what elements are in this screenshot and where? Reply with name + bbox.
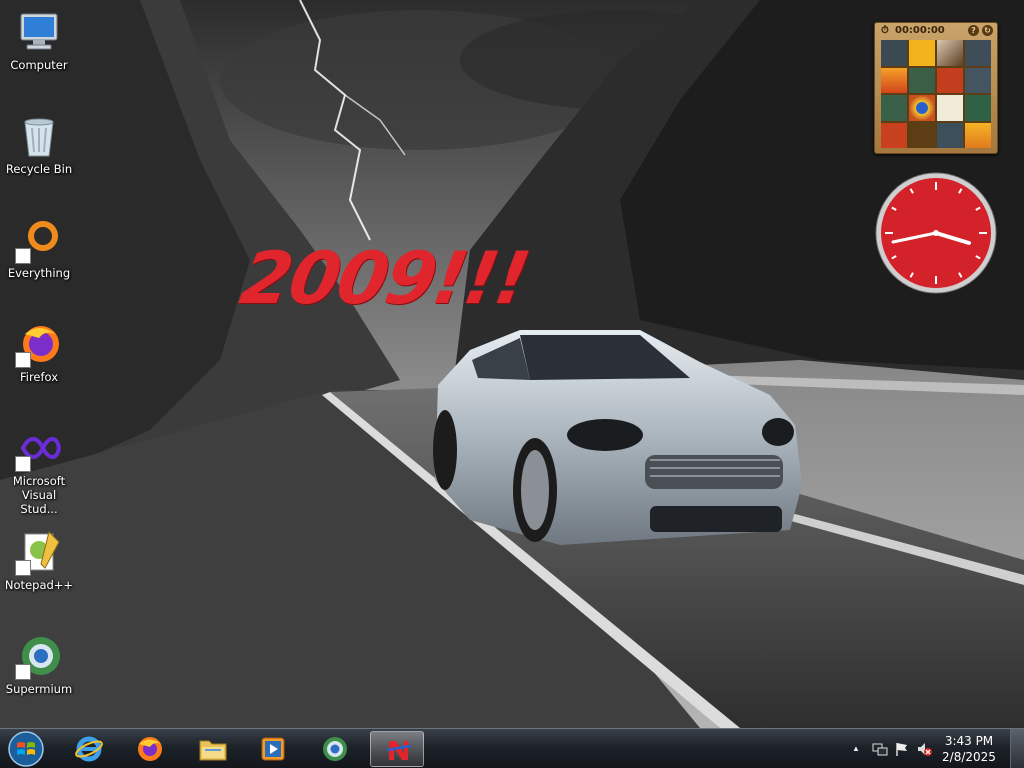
taskbar: ▲ 3:43 PM 2/8/2025	[0, 728, 1024, 768]
shortcut-arrow-icon	[15, 560, 31, 576]
puzzle-empty-slot[interactable]	[909, 122, 935, 148]
windows-logo-icon	[8, 731, 44, 767]
puzzle-tile[interactable]	[965, 95, 991, 121]
taskbar-firefox[interactable]	[123, 731, 177, 767]
taskbar-file-explorer[interactable]	[185, 731, 239, 767]
desktop-icon-label: Microsoft Visual Stud...	[12, 474, 66, 516]
start-button[interactable]	[6, 730, 46, 768]
puzzle-help-button[interactable]: ?	[968, 25, 979, 36]
computer-icon	[15, 8, 63, 56]
firefox-icon	[138, 737, 162, 761]
puzzle-shuffle-button[interactable]: ↻	[982, 25, 993, 36]
puzzle-grid	[881, 40, 991, 148]
shortcut-arrow-icon	[15, 248, 31, 264]
visual-studio-icon	[15, 424, 63, 472]
puzzle-tile[interactable]	[937, 67, 963, 93]
desktop-icon-recycle-bin[interactable]: Recycle Bin	[2, 106, 76, 196]
tray-clock[interactable]: 3:43 PM 2/8/2025	[936, 733, 1002, 765]
show-desktop-button[interactable]	[1010, 729, 1024, 768]
network-icon[interactable]	[872, 741, 888, 757]
taskbar-media-player[interactable]	[246, 731, 300, 767]
puzzle-header: ⏱ 00:00:00 ? ↻	[875, 23, 997, 39]
desktop-icon-label: Everything	[7, 266, 71, 280]
wallpaper	[0, 0, 1024, 768]
tray-date: 2/8/2025	[942, 750, 996, 764]
volume-muted-icon[interactable]	[916, 741, 932, 757]
n-app-icon	[386, 741, 411, 760]
desktop-icon-notepad-plus-plus[interactable]: Notepad++	[2, 522, 76, 612]
desktop-icon-everything[interactable]: Everything	[2, 210, 76, 300]
desktop-icon-label: Supermium	[5, 682, 73, 696]
puzzle-tile[interactable]	[909, 95, 935, 121]
desktop-icon-visual-studio[interactable]: Microsoft Visual Stud...	[2, 418, 76, 516]
recycle-bin-icon	[15, 112, 63, 160]
tray-time: 3:43 PM	[944, 734, 994, 748]
desktop-icon-label: Computer	[10, 58, 68, 72]
shortcut-arrow-icon	[15, 352, 31, 368]
puzzle-tile[interactable]	[937, 122, 963, 148]
clock-gadget[interactable]	[875, 172, 997, 294]
media-player-icon	[261, 737, 285, 761]
internet-explorer-icon	[75, 736, 103, 762]
puzzle-tile[interactable]	[881, 95, 907, 121]
folder-icon	[199, 740, 227, 761]
puzzle-timer-icon: ⏱	[881, 25, 889, 36]
puzzle-tile[interactable]	[909, 40, 935, 66]
shortcut-arrow-icon	[15, 456, 31, 472]
puzzle-tile[interactable]	[965, 122, 991, 148]
picture-puzzle-gadget[interactable]: ⏱ 00:00:00 ? ↻	[874, 22, 998, 154]
desktop: Computer Recycle Bin Everything Firefox …	[0, 0, 1024, 768]
taskbar-internet-explorer[interactable]	[62, 731, 116, 767]
tray-overflow-button[interactable]: ▲	[848, 741, 864, 757]
puzzle-tile[interactable]	[881, 122, 907, 148]
everything-icon	[15, 216, 63, 264]
puzzle-tile[interactable]	[881, 40, 907, 66]
puzzle-tile[interactable]	[909, 67, 935, 93]
desktop-icon-firefox[interactable]: Firefox	[2, 314, 76, 404]
supermium-icon	[15, 632, 63, 680]
taskbar-app-n[interactable]	[370, 731, 424, 767]
wallpaper-slogan: 2009!!!	[234, 236, 535, 320]
desktop-icon-label: Firefox	[19, 370, 59, 384]
taskbar-supermium[interactable]	[308, 731, 362, 767]
desktop-icon-supermium[interactable]: Supermium	[2, 626, 76, 716]
desktop-icon-label: Recycle Bin	[5, 162, 73, 176]
desktop-icon-label: Notepad++	[4, 578, 74, 592]
puzzle-tile[interactable]	[881, 67, 907, 93]
puzzle-timer: 00:00:00	[895, 25, 945, 36]
puzzle-tile[interactable]	[937, 40, 963, 66]
puzzle-tile[interactable]	[937, 95, 963, 121]
notepad-plus-plus-icon	[15, 528, 63, 576]
puzzle-tile[interactable]	[965, 40, 991, 66]
firefox-icon	[15, 320, 63, 368]
action-center-flag-icon[interactable]	[894, 741, 910, 757]
shortcut-arrow-icon	[15, 664, 31, 680]
system-tray: ▲ 3:43 PM 2/8/2025	[834, 729, 1024, 768]
desktop-icon-computer[interactable]: Computer	[2, 2, 76, 92]
puzzle-tile[interactable]	[965, 67, 991, 93]
supermium-icon	[323, 737, 347, 761]
